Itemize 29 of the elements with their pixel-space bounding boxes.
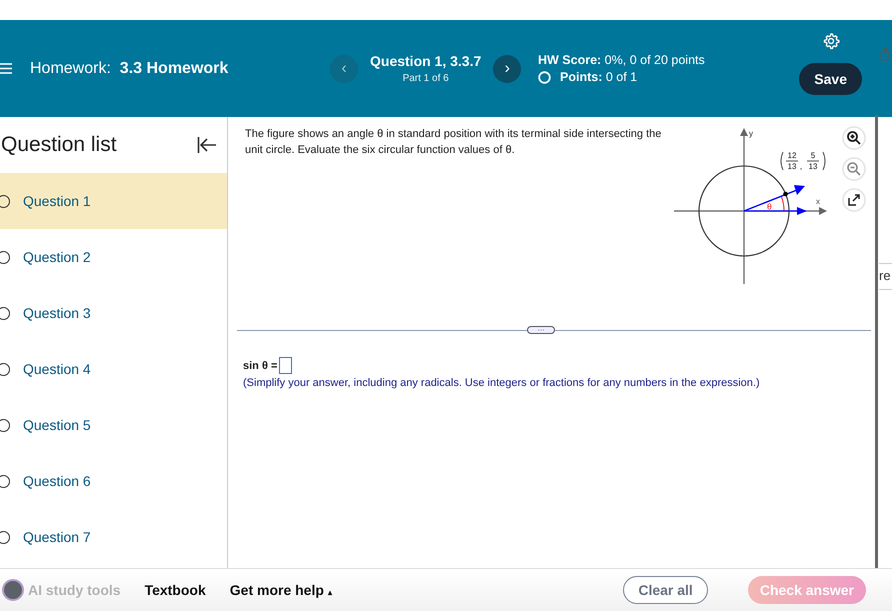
clear-all-button[interactable]: Clear all [623,576,708,604]
textbook-button[interactable]: Textbook [144,582,206,598]
question-list-item[interactable]: Question 5 [0,397,227,453]
side-panel-text: re [879,263,892,290]
question-title: Question 1, 3.3.7 [370,53,482,69]
answer-label: sin θ = [243,360,278,372]
points: Points: 0 of 1 [560,70,638,84]
question-list-item[interactable]: Question 4 [0,341,227,397]
question-list-item[interactable]: Question 3 [0,285,227,341]
question-list-item[interactable]: Question 2 [0,229,227,285]
question-list-item[interactable]: Question 7 [0,509,227,565]
question-list-item[interactable]: Question 1 [0,173,227,229]
settings-icon[interactable] [822,32,840,50]
part-label: Part 1 of 6 [402,73,449,84]
next-question-button[interactable]: › [493,54,522,82]
get-more-help-button[interactable]: Get more help ▴ [230,582,332,598]
question-prompt: The figure shows an angle θ in standard position with its terminal side intersecting the unit circle. Evaluate the six circular function values of θ. [244,127,662,158]
menu-icon[interactable] [0,63,12,74]
collapse-icon[interactable] [197,136,217,154]
thumb-icon[interactable] [880,47,890,61]
save-button[interactable]: Save [799,63,862,95]
hw-score: HW Score: 0%, 0 of 20 points [538,53,706,67]
question-list-item[interactable]: Question 6 [0,453,227,509]
question-list-title: Question list [1,133,117,157]
homework-title: Homework: 3.3 Homework [30,60,228,78]
status-circle-icon [538,70,551,84]
answer-hint: (Simplify your answer, including any radicals. Use integers or fractions for any numbers in the expression.) [243,377,761,389]
unit-circle-drawing: y 12 5 13 , 13 θ x [669,124,839,289]
answer-box[interactable] [279,357,292,374]
